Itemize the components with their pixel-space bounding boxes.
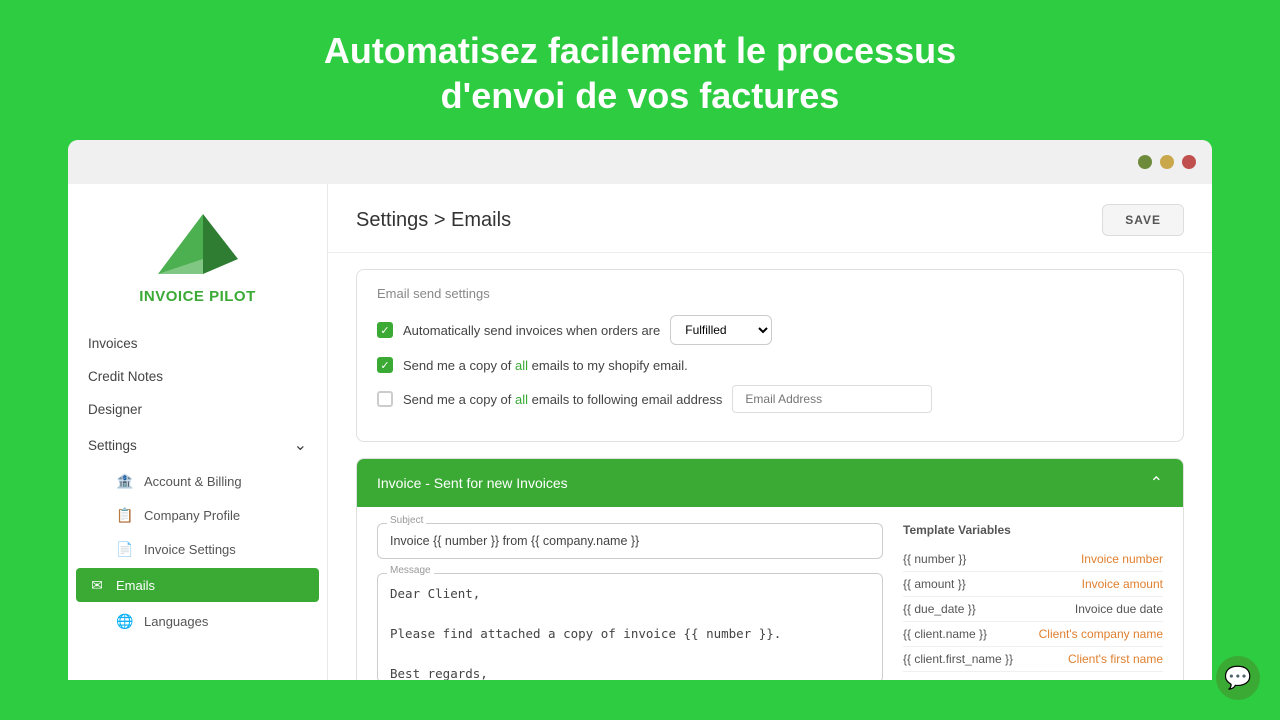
template-left: Subject Message Dear Client, Please find… [377,523,883,680]
settings-chevron-icon [294,435,307,455]
sidebar-item-settings[interactable]: Settings [68,426,327,464]
company-profile-icon: 📋 [116,506,134,524]
var-code-client-first-name: {{ client.first_name }} [903,652,1013,666]
copy-email-label: Send me a copy of all emails to followin… [403,392,722,407]
app-window: INVOICE PILOT Invoices Credit Notes Desi… [68,140,1212,680]
template-section: Subject Message Dear Client, Please find… [357,507,1183,680]
template-vars-title: Template Variables [903,523,1163,537]
account-billing-label: Account & Billing [144,474,242,489]
sending-condition-wrap: Fulfilled Paid Any [670,315,772,345]
var-row-client-name: {{ client.name }} Client's company name [903,622,1163,647]
checkbox-auto-send[interactable]: ✓ [377,322,393,338]
message-textarea[interactable]: Dear Client, Please find attached a copy… [377,573,883,680]
invoice-section-card: Invoice - Sent for new Invoices Subject … [356,458,1184,680]
setting-row-copy-email: Send me a copy of all emails to followin… [377,385,1163,413]
setting-row-auto-send: ✓ Automatically send invoices when order… [377,315,1163,345]
invoice-settings-icon: 📄 [116,540,134,558]
sidebar-item-designer[interactable]: Designer [68,393,327,426]
hero-title: Automatisez facilement le processus d'en… [20,28,1260,118]
var-row-client-first-name: {{ client.first_name }} Client's first n… [903,647,1163,672]
var-desc-due-date: Invoice due date [1075,602,1163,616]
app-body: INVOICE PILOT Invoices Credit Notes Desi… [68,184,1212,680]
designer-label: Designer [88,402,142,417]
sidebar-sub-languages[interactable]: 🌐 Languages [68,604,327,638]
message-field-wrap: Message Dear Client, Please find attache… [377,573,883,680]
var-code-due-date: {{ due_date }} [903,602,976,616]
settings-label: Settings [88,438,137,453]
var-code-number: {{ number }} [903,552,966,566]
email-settings-card: Email send settings ✓ Automatically send… [356,269,1184,442]
email-address-input[interactable] [732,385,932,413]
auto-send-label: Automatically send invoices when orders … [403,323,660,338]
invoice-section-header[interactable]: Invoice - Sent for new Invoices [357,459,1183,507]
invoices-label: Invoices [88,336,138,351]
sidebar-sub-invoice-settings[interactable]: 📄 Invoice Settings [68,532,327,566]
subject-input[interactable] [377,523,883,559]
tl-yellow[interactable] [1160,155,1174,169]
sidebar-logo: INVOICE PILOT [68,184,327,315]
emails-label: Emails [116,578,155,593]
email-settings-title: Email send settings [377,286,1163,301]
page-title: Settings > Emails [356,209,511,232]
logo-text: INVOICE PILOT [139,288,256,305]
var-desc-client-first-name: Client's first name [1068,652,1163,666]
save-button[interactable]: SAVE [1102,204,1184,236]
languages-label: Languages [144,614,208,629]
var-row-number: {{ number }} Invoice number [903,547,1163,572]
email-settings-box: Email send settings ✓ Automatically send… [357,270,1183,441]
template-right: Template Variables {{ number }} Invoice … [903,523,1163,680]
sidebar-item-credit-notes[interactable]: Credit Notes [68,360,327,393]
sidebar-item-invoices[interactable]: Invoices [68,327,327,360]
invoice-settings-label: Invoice Settings [144,542,236,557]
sidebar-sub-emails[interactable]: ✉ Emails [76,568,319,602]
var-desc-number: Invoice number [1081,552,1163,566]
setting-row-copy-shopify: ✓ Send me a copy of all emails to my sho… [377,357,1163,373]
tl-green[interactable] [1138,155,1152,169]
page-header: Settings > Emails SAVE [328,184,1212,253]
logo-icon [148,204,248,284]
sending-condition-select[interactable]: Fulfilled Paid Any [670,315,772,345]
main-content: Settings > Emails SAVE Email send settin… [328,184,1212,680]
invoice-section-title: Invoice - Sent for new Invoices [377,475,568,491]
account-billing-icon: 🏦 [116,472,134,490]
emails-icon: ✉ [88,576,106,594]
var-code-client-name: {{ client.name }} [903,627,987,641]
sidebar: INVOICE PILOT Invoices Credit Notes Desi… [68,184,328,680]
message-label: Message [387,565,434,576]
var-desc-client-name: Client's company name [1039,627,1163,641]
sidebar-nav: Invoices Credit Notes Designer Settings … [68,315,327,650]
checkbox-copy-shopify[interactable]: ✓ [377,357,393,373]
var-row-due-date: {{ due_date }} Invoice due date [903,597,1163,622]
sidebar-sub-account-billing[interactable]: 🏦 Account & Billing [68,464,327,498]
checkbox-copy-email[interactable] [377,391,393,407]
tl-red[interactable] [1182,155,1196,169]
subject-field-wrap: Subject [377,523,883,559]
subject-label: Subject [387,515,426,526]
sidebar-sub-company-profile[interactable]: 📋 Company Profile [68,498,327,532]
copy-shopify-label: Send me a copy of all emails to my shopi… [403,358,688,373]
hero-banner: Automatisez facilement le processus d'en… [0,0,1280,140]
var-desc-amount: Invoice amount [1082,577,1163,591]
invoice-section-chevron-icon [1150,473,1163,493]
var-row-amount: {{ amount }} Invoice amount [903,572,1163,597]
languages-icon: 🌐 [116,612,134,630]
title-bar [68,140,1212,184]
var-code-amount: {{ amount }} [903,577,966,591]
company-profile-label: Company Profile [144,508,240,523]
credit-notes-label: Credit Notes [88,369,163,384]
chat-button[interactable]: 💬 [1216,656,1260,700]
